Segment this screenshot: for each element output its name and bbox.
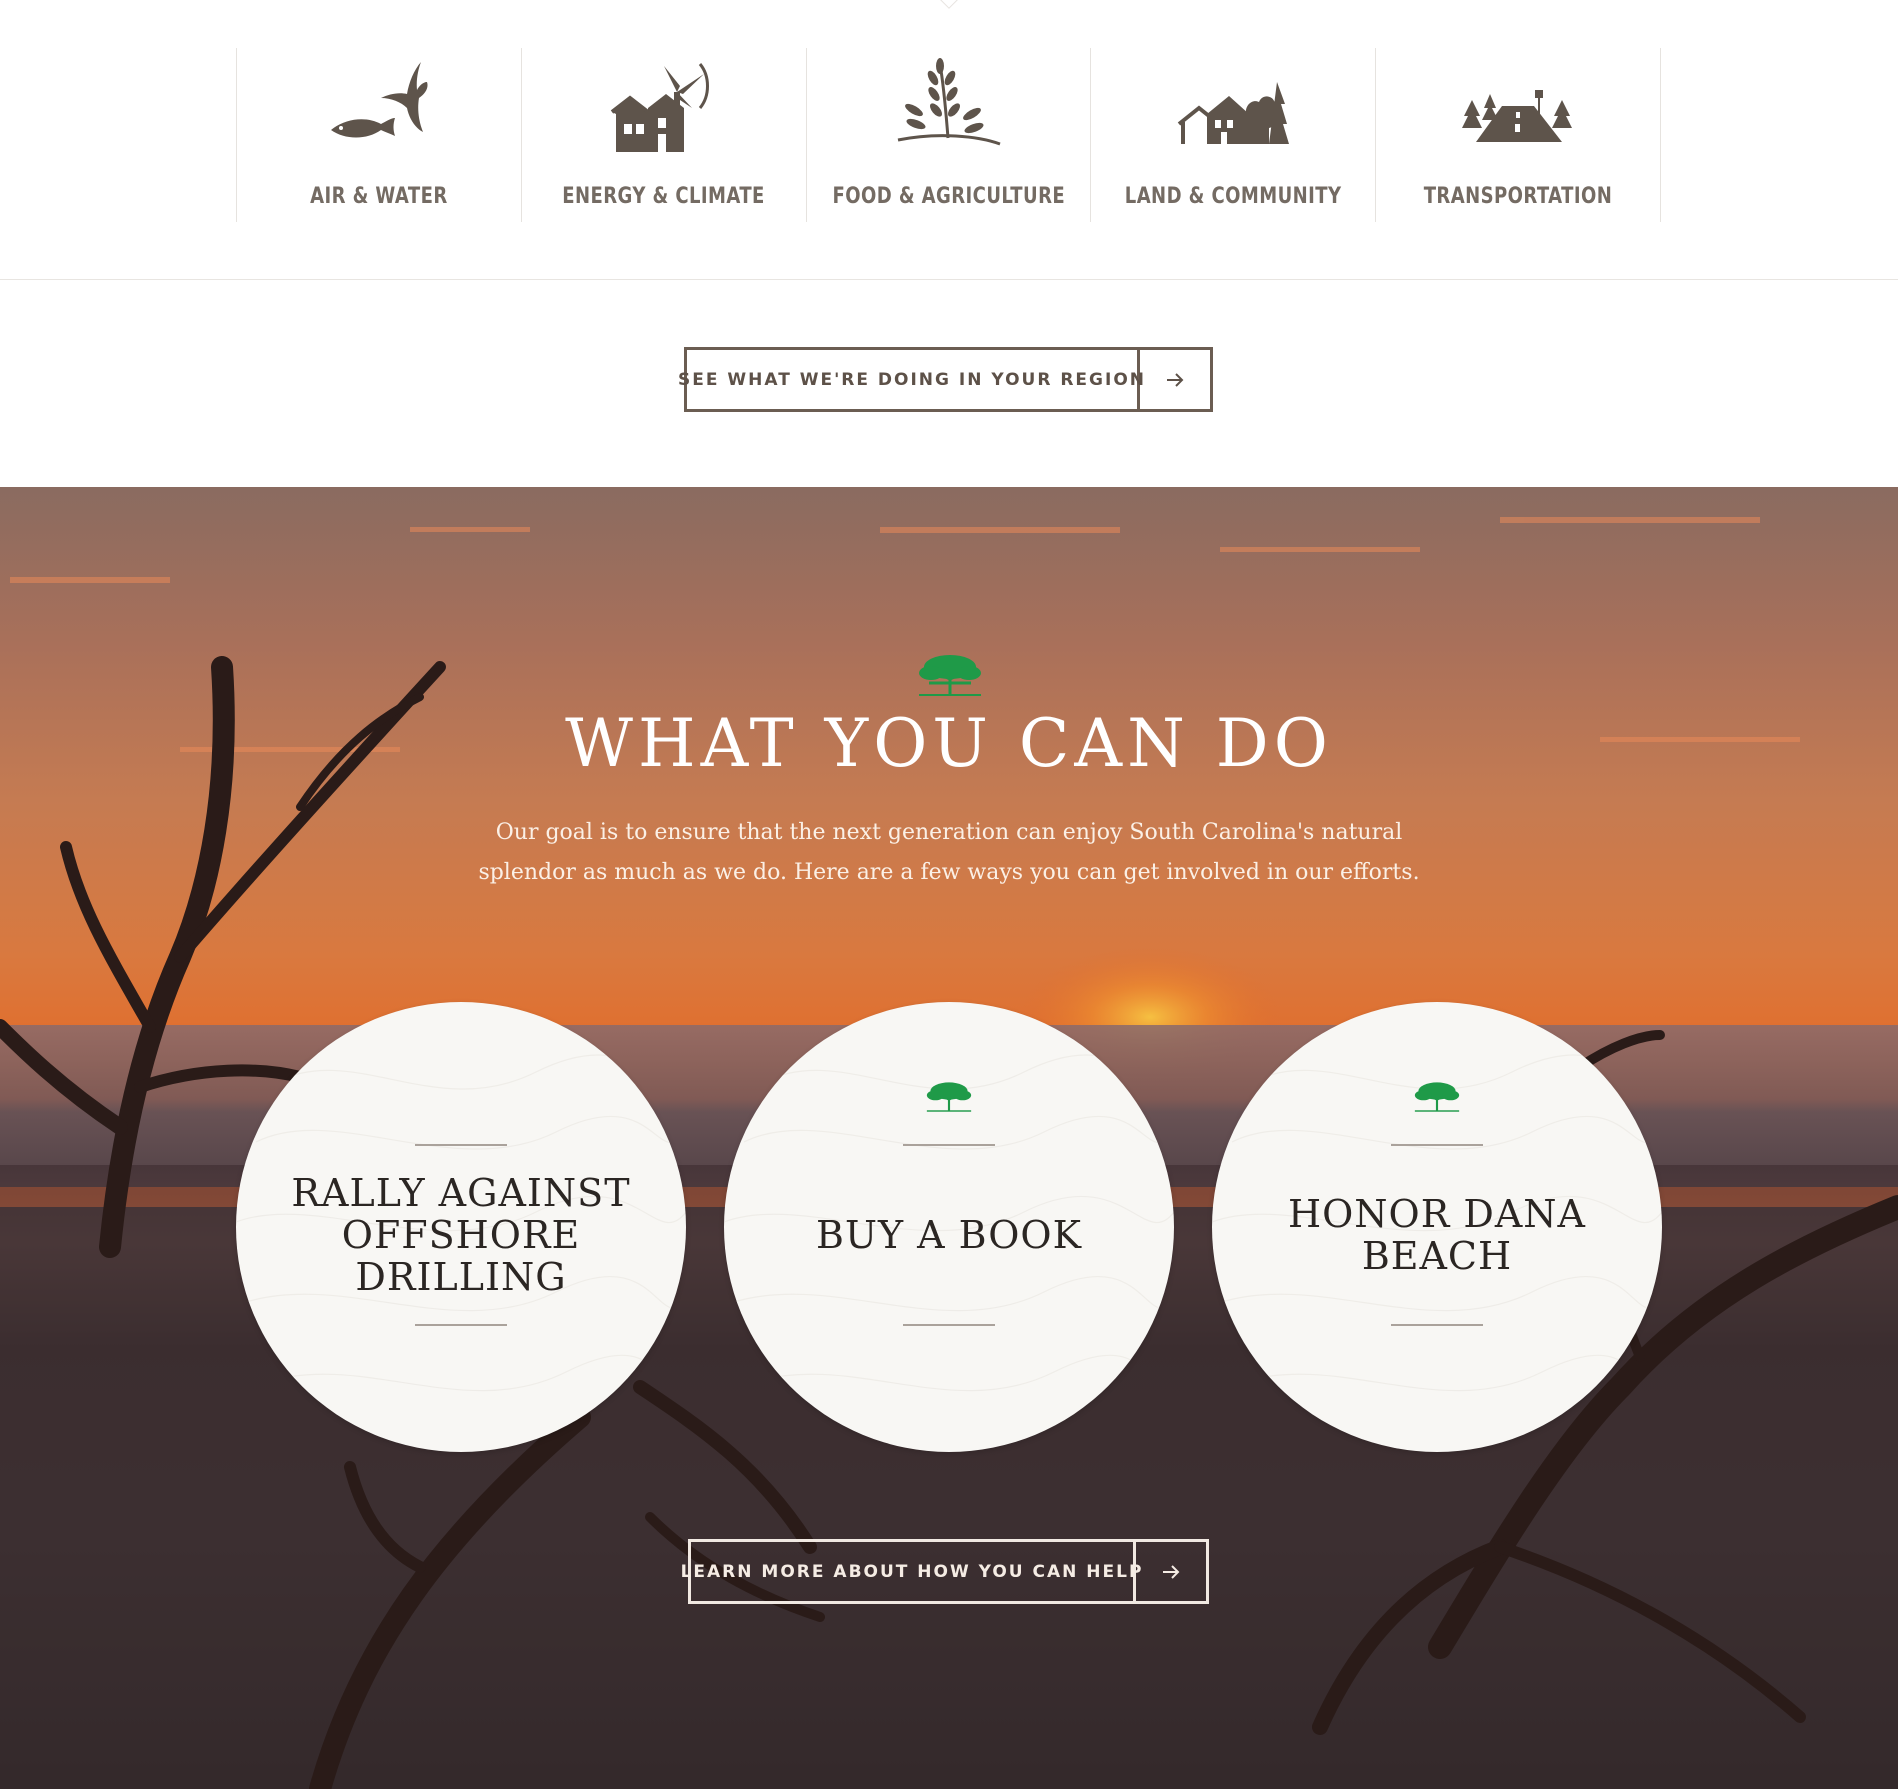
issue-transportation[interactable]: TRANSPORTATION xyxy=(1376,48,1661,222)
arrow-right-icon xyxy=(1136,1542,1206,1601)
button-label: SEE WHAT WE'RE DOING IN YOUR REGION xyxy=(678,350,1144,409)
issue-label: TRANSPORTATION xyxy=(1423,184,1613,209)
card-rule xyxy=(903,1144,995,1146)
issue-food-agriculture[interactable]: FOOD & AGRICULTURE xyxy=(807,48,1092,222)
card-rally-offshore-drilling[interactable]: RALLY AGAINST OFFSHORE DRILLING xyxy=(236,1002,686,1452)
card-rule xyxy=(903,1324,995,1326)
issue-label: FOOD & AGRICULTURE xyxy=(832,184,1065,209)
issue-energy-climate[interactable]: ENERGY & CLIMATE xyxy=(522,48,807,222)
card-title: HONOR DANA BEACH xyxy=(1288,1192,1586,1278)
issue-label: AIR & WATER xyxy=(310,184,448,209)
wheat-icon xyxy=(888,52,1008,152)
road-trees-icon xyxy=(1458,52,1578,152)
section-copy: Our goal is to ensure that the next gene… xyxy=(478,820,1420,885)
card-rule xyxy=(415,1144,507,1146)
bird-fish-icon xyxy=(319,52,439,152)
card-title: BUY A BOOK xyxy=(816,1213,1082,1257)
arrow-right-icon xyxy=(1140,350,1210,409)
oak-tree-logo-icon xyxy=(919,655,981,696)
card-buy-a-book[interactable]: BUY A BOOK xyxy=(724,1002,1174,1452)
learn-more-help-button[interactable]: LEARN MORE ABOUT HOW YOU CAN HELP xyxy=(681,1539,1209,1604)
see-region-button[interactable]: SEE WHAT WE'RE DOING IN YOUR REGION xyxy=(678,347,1213,412)
wind-turbine-house-icon xyxy=(604,52,724,152)
card-rule xyxy=(1391,1144,1483,1146)
button-label: LEARN MORE ABOUT HOW YOU CAN HELP xyxy=(681,1542,1141,1601)
issues-nav: AIR & WATER ENERGY & CLIMATE FOOD & AGRI… xyxy=(236,48,1661,222)
card-rule xyxy=(415,1324,507,1326)
issue-air-water[interactable]: AIR & WATER xyxy=(237,48,522,222)
issue-land-community[interactable]: LAND & COMMUNITY xyxy=(1091,48,1377,222)
issue-label: ENERGY & CLIMATE xyxy=(562,184,765,209)
section-divider xyxy=(0,279,1898,280)
issue-label: LAND & COMMUNITY xyxy=(1124,184,1342,209)
what-you-can-do-section: WHAT YOU CAN DO Our goal is to ensure th… xyxy=(0,487,1898,1789)
card-title: RALLY AGAINST OFFSHORE DRILLING xyxy=(291,1171,631,1299)
card-rule xyxy=(1391,1324,1483,1326)
houses-tree-icon xyxy=(1173,52,1293,152)
oak-tree-icon xyxy=(1414,1082,1460,1112)
section-title: WHAT YOU CAN DO xyxy=(565,705,1333,782)
top-notch xyxy=(939,0,959,9)
card-honor-dana-beach[interactable]: HONOR DANA BEACH xyxy=(1212,1002,1662,1452)
oak-tree-icon xyxy=(926,1082,972,1112)
